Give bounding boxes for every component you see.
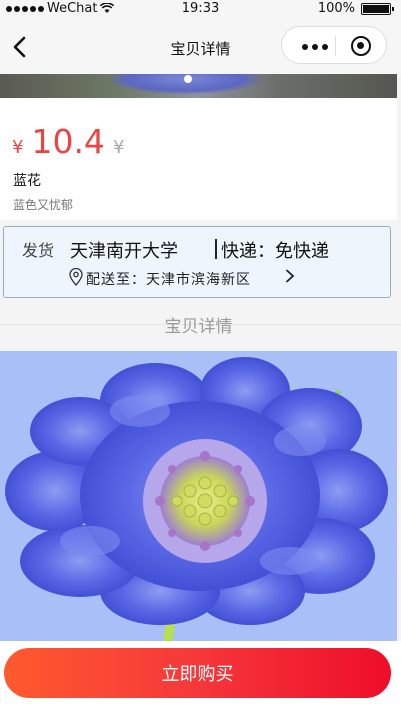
price-row: ¥ 10.4 ¥ bbox=[12, 122, 124, 161]
shipping-origin: 天津南开大学 bbox=[70, 241, 178, 262]
detail-image bbox=[0, 351, 397, 641]
status-bar: WeChat 19:33 100% bbox=[0, 0, 401, 18]
original-price-symbol: ¥ bbox=[112, 137, 125, 158]
bottom-bar: 立即购买 bbox=[0, 641, 401, 704]
capsule-divider bbox=[335, 36, 336, 56]
buy-now-button[interactable]: 立即购买 bbox=[4, 648, 391, 698]
shipping-method: 快递：免快递 bbox=[221, 241, 329, 262]
shipping-box[interactable]: 发货 天津南开大学 快递：免快递 配送至：天津市滨海新区 bbox=[3, 226, 391, 298]
product-description: 蓝色又忧郁 bbox=[13, 198, 74, 212]
target-icon[interactable] bbox=[351, 36, 371, 56]
flower-illustration bbox=[5, 357, 388, 641]
shipping-divider bbox=[215, 239, 217, 259]
battery-icon bbox=[361, 2, 394, 15]
product-banner[interactable] bbox=[0, 74, 397, 98]
currency-symbol: ¥ bbox=[12, 137, 24, 158]
miniprogram-capsule bbox=[281, 26, 387, 64]
shipping-label: 发货 bbox=[22, 241, 55, 260]
location-pin-icon bbox=[69, 268, 83, 286]
status-right: 100% bbox=[317, 1, 394, 16]
more-dots-icon[interactable] bbox=[302, 44, 328, 50]
detail-section-title: 宝贝详情 bbox=[164, 317, 233, 337]
chevron-right-icon[interactable] bbox=[285, 269, 295, 283]
delivery-destination: 配送至：天津市滨海新区 bbox=[86, 272, 251, 288]
price: 10.4 bbox=[31, 122, 105, 161]
product-name: 蓝花 bbox=[13, 173, 41, 189]
battery-percent: 100% bbox=[317, 1, 355, 16]
battery-fill bbox=[363, 4, 389, 13]
nav-bar: 宝贝详情 bbox=[0, 18, 401, 74]
product-info: ¥ 10.4 ¥ 蓝花 蓝色又忧郁 bbox=[0, 98, 397, 220]
carousel-indicator bbox=[184, 75, 192, 83]
